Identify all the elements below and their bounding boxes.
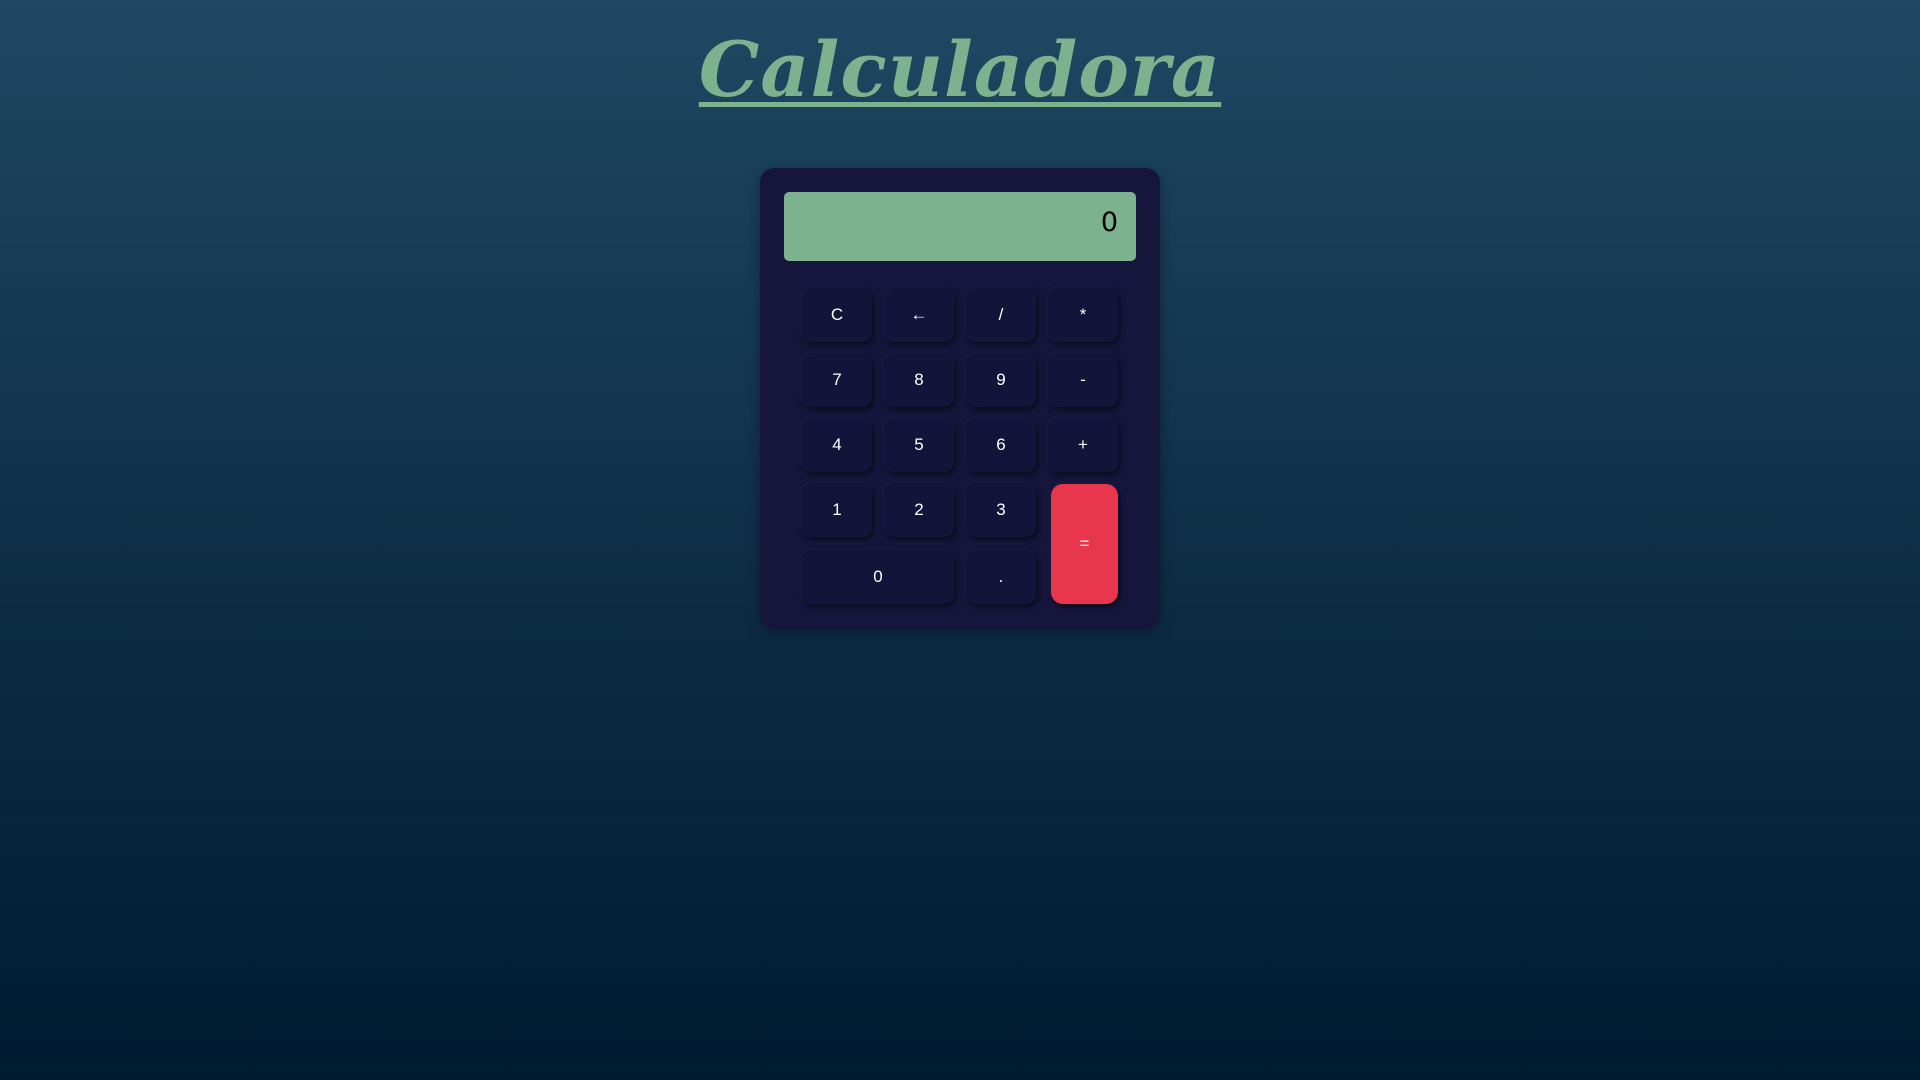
page-title-text: Calculadora — [698, 25, 1222, 114]
digit-4-button[interactable]: 4 — [802, 418, 872, 472]
digit-7-button[interactable]: 7 — [802, 353, 872, 407]
clear-button[interactable]: C — [802, 288, 872, 342]
backspace-button[interactable]: ← — [884, 288, 954, 342]
equals-button[interactable]: = — [1051, 484, 1118, 604]
add-button[interactable]: + — [1048, 418, 1118, 472]
subtract-button[interactable]: - — [1048, 353, 1118, 407]
digit-3-button[interactable]: 3 — [966, 483, 1036, 537]
calculator: 0 C ← / * 7 8 9 - 4 5 6 + 1 2 3 = 0 . — [760, 168, 1160, 629]
digit-0-button[interactable]: 0 — [802, 550, 954, 604]
page-title: Calculadora — [0, 28, 1920, 112]
digit-8-button[interactable]: 8 — [884, 353, 954, 407]
digit-2-button[interactable]: 2 — [884, 483, 954, 537]
digit-1-button[interactable]: 1 — [802, 483, 872, 537]
multiply-button[interactable]: * — [1048, 288, 1118, 342]
decimal-button[interactable]: . — [966, 550, 1036, 604]
digit-6-button[interactable]: 6 — [966, 418, 1036, 472]
digit-9-button[interactable]: 9 — [966, 353, 1036, 407]
calculator-display: 0 — [784, 192, 1136, 261]
digit-5-button[interactable]: 5 — [884, 418, 954, 472]
divide-button[interactable]: / — [966, 288, 1036, 342]
